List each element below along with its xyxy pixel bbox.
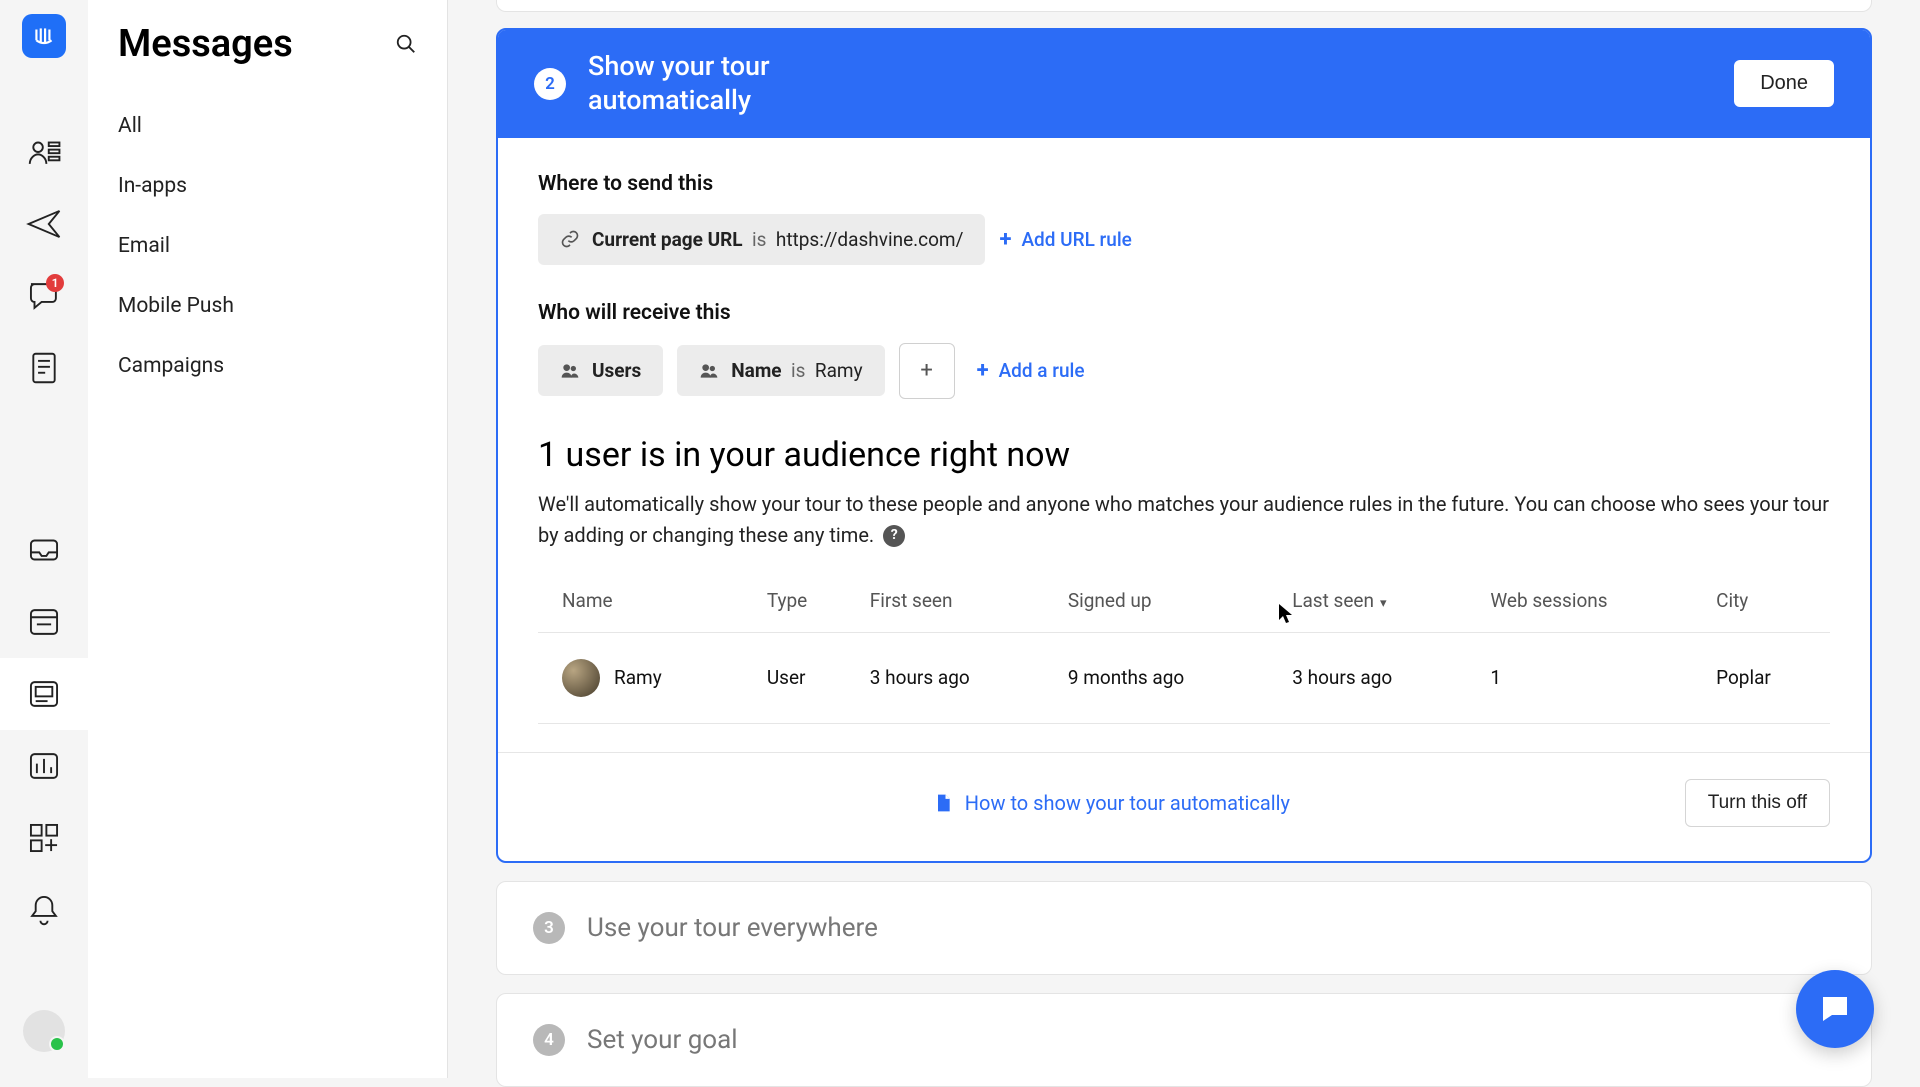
previous-step-card-stub[interactable]: [496, 0, 1872, 12]
side-nav-item-mobilepush[interactable]: Mobile Push: [88, 276, 447, 336]
col-web-sessions[interactable]: Web sessions: [1478, 575, 1704, 633]
current-user-avatar[interactable]: [23, 1010, 65, 1052]
users-icon: [699, 361, 719, 381]
app-logo[interactable]: [22, 14, 66, 58]
filter-users-label: Users: [592, 359, 641, 382]
row-avatar: [562, 659, 600, 697]
step-2-title: Show your tour automatically: [588, 50, 828, 118]
step-3-card[interactable]: 3 Use your tour everywhere: [496, 881, 1872, 975]
audience-heading: 1 user is in your audience right now: [538, 435, 1830, 475]
link-icon: [560, 229, 580, 249]
rail-apps-icon[interactable]: [0, 802, 88, 874]
col-first-seen[interactable]: First seen: [858, 575, 1056, 633]
side-nav-item-inapps[interactable]: In-apps: [88, 156, 447, 216]
help-icon[interactable]: ?: [883, 525, 905, 547]
step-4-number: 4: [533, 1024, 565, 1056]
filter-name-value: Ramy: [815, 359, 863, 382]
plus-icon: +: [999, 227, 1011, 252]
row-last-seen: 3 hours ago: [1280, 632, 1478, 723]
col-type[interactable]: Type: [755, 575, 858, 633]
url-rule-chip[interactable]: Current page URL is https://dashvine.com…: [538, 214, 985, 265]
rail-inbox-icon[interactable]: [0, 514, 88, 586]
step-4-card[interactable]: 4 Set your goal: [496, 993, 1872, 1087]
row-first-seen: 3 hours ago: [858, 632, 1056, 723]
rail-send-icon[interactable]: [0, 188, 88, 260]
rail-library-icon[interactable]: [0, 586, 88, 658]
chat-fab[interactable]: [1796, 970, 1874, 1048]
chevron-down-icon: ▾: [1380, 596, 1387, 611]
step-2-number: 2: [534, 68, 566, 100]
rail-articles-icon[interactable]: [0, 332, 88, 404]
row-web-sessions: 1: [1478, 632, 1704, 723]
row-city: Poplar: [1704, 632, 1830, 723]
step-3-number: 3: [533, 912, 565, 944]
filter-name-chip[interactable]: Name is Ramy: [677, 345, 884, 396]
step-2-card: 2 Show your tour automatically Done Wher…: [496, 28, 1872, 863]
filter-users-chip[interactable]: Users: [538, 345, 663, 396]
side-nav: All In-apps Email Mobile Push Campaigns: [88, 96, 447, 396]
side-nav-item-campaigns[interactable]: Campaigns: [88, 336, 447, 396]
sidepanel-title: Messages: [118, 22, 293, 66]
who-will-receive-label: Who will receive this: [538, 301, 1830, 325]
turn-this-off-button[interactable]: Turn this off: [1685, 779, 1830, 827]
col-last-seen[interactable]: Last seen▾: [1280, 575, 1478, 633]
add-rule-link[interactable]: + Add a rule: [977, 358, 1085, 383]
step-2-header: 2 Show your tour automatically Done: [498, 30, 1870, 138]
rail-people-icon[interactable]: [0, 116, 88, 188]
step-4-title: Set your goal: [587, 1025, 738, 1055]
filter-name-pre: Name: [731, 359, 781, 382]
url-chip-prefix: Current page URL: [592, 228, 743, 251]
icon-rail: 1: [0, 0, 88, 1078]
col-name[interactable]: Name: [538, 575, 755, 633]
side-nav-item-all[interactable]: All: [88, 96, 447, 156]
rail-reports-icon[interactable]: [0, 730, 88, 802]
users-icon: [560, 361, 580, 381]
chat-icon: [1817, 991, 1853, 1027]
intercom-logo-icon: [31, 23, 57, 49]
audience-table: Name Type First seen Signed up Last seen…: [538, 575, 1830, 724]
document-icon: [933, 791, 953, 815]
done-button[interactable]: Done: [1734, 60, 1834, 107]
search-icon[interactable]: [395, 33, 417, 55]
table-header-row: Name Type First seen Signed up Last seen…: [538, 575, 1830, 633]
url-chip-value: https://dashvine.com/: [776, 228, 964, 251]
row-signed-up: 9 months ago: [1056, 632, 1280, 723]
howto-link[interactable]: How to show your tour automatically: [933, 791, 1290, 815]
rail-notifications-icon[interactable]: [0, 874, 88, 946]
col-city[interactable]: City: [1704, 575, 1830, 633]
row-name: Ramy: [614, 666, 662, 689]
col-signed-up[interactable]: Signed up: [1056, 575, 1280, 633]
rail-badge: 1: [46, 274, 64, 292]
table-row[interactable]: Ramy User 3 hours ago 9 months ago 3 hou…: [538, 632, 1830, 723]
add-filter-button[interactable]: +: [899, 343, 955, 399]
rail-tours-icon[interactable]: [0, 658, 88, 730]
where-to-send-label: Where to send this: [538, 172, 1830, 196]
rail-conversations-icon[interactable]: 1: [0, 260, 88, 332]
messages-sidepanel: Messages All In-apps Email Mobile Push C…: [88, 0, 448, 1078]
audience-description: We'll automatically show your tour to th…: [538, 489, 1830, 551]
plus-icon: +: [977, 358, 989, 383]
main-content: 2 Show your tour automatically Done Wher…: [448, 0, 1920, 1078]
row-type: User: [755, 632, 858, 723]
step-3-title: Use your tour everywhere: [587, 913, 878, 943]
add-url-rule-link[interactable]: + Add URL rule: [999, 227, 1131, 252]
side-nav-item-email[interactable]: Email: [88, 216, 447, 276]
